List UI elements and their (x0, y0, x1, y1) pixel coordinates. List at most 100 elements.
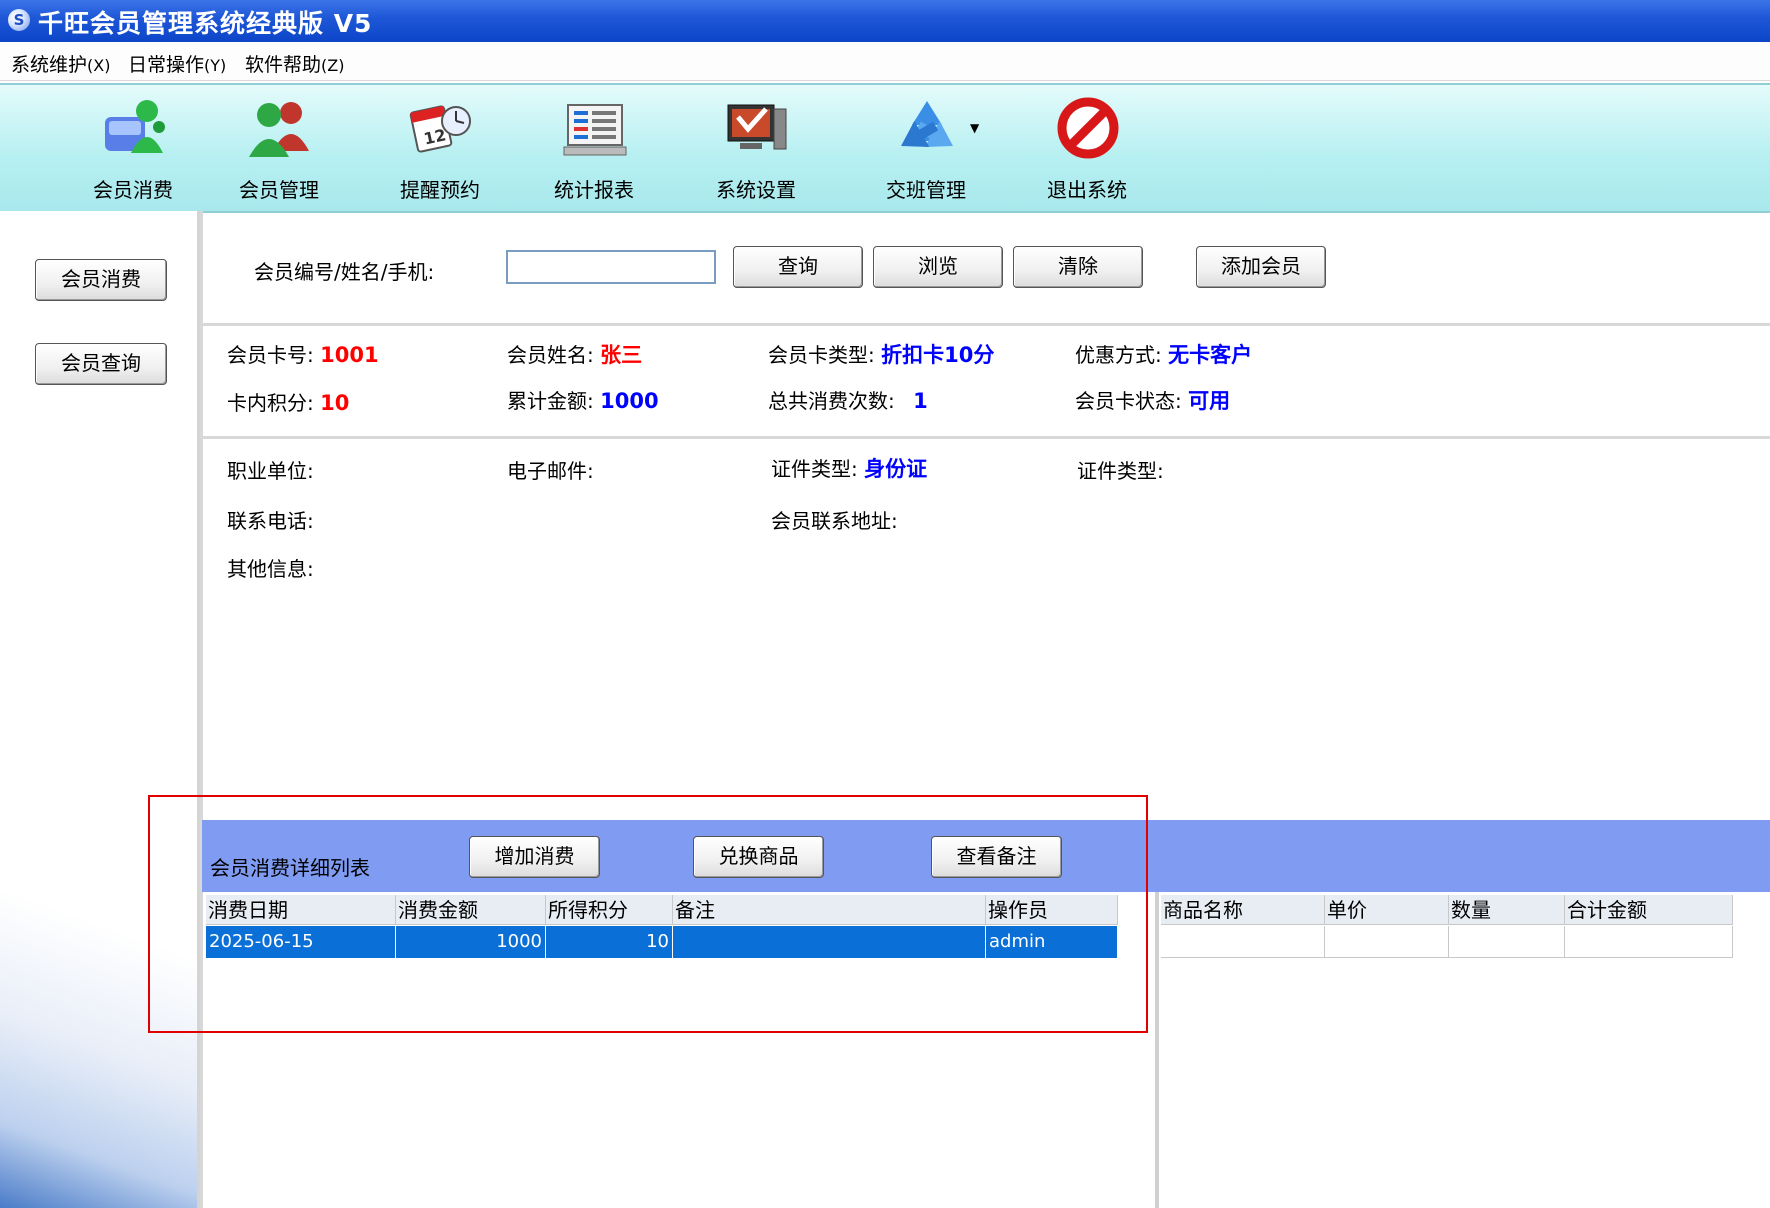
menu-label: 软件帮助 (245, 54, 322, 76)
app-icon: S (8, 9, 30, 31)
sidebar-consume-button[interactable]: 会员消费 (35, 259, 167, 301)
email-label: 电子邮件: (507, 459, 594, 483)
toolbar-label: 会员管理 (239, 178, 319, 202)
points-label: 卡内积分: (227, 391, 314, 415)
id-type-value: 身份证 (864, 457, 928, 481)
detail-title: 会员消费详细列表 (210, 856, 370, 880)
toolbar-exit[interactable]: 退出系统 (1017, 85, 1157, 205)
card-no-field: 会员卡号: 1001 (227, 339, 379, 368)
toolbar-label: 系统设置 (716, 178, 796, 202)
toolbar-reminder[interactable]: 12 提醒预约 (370, 85, 510, 205)
address-label: 会员联系地址: (771, 509, 898, 533)
browse-button[interactable]: 浏览 (873, 246, 1003, 288)
toolbar-report[interactable]: 统计报表 (524, 85, 664, 205)
toolbar-member-manage[interactable]: 会员管理 (209, 85, 349, 205)
toolbar-label: 退出系统 (1047, 178, 1127, 202)
sidebar-query-button[interactable]: 会员查询 (35, 343, 167, 385)
goods-cell (1161, 926, 1325, 958)
col-subtotal[interactable]: 合计金额 (1565, 895, 1733, 925)
consume-count-field: 总共消费次数: 1 (768, 385, 928, 414)
menu-shortcut: (X) (87, 56, 111, 75)
search-input[interactable] (506, 250, 716, 284)
member-name-field: 会员姓名: 张三 (507, 339, 642, 369)
toolbar-label: 交班管理 (886, 178, 966, 202)
col-quantity[interactable]: 数量 (1449, 895, 1565, 925)
cell-note (673, 926, 986, 958)
menu-shortcut: (Z) (321, 56, 345, 75)
total-amount-field: 累计金额: 1000 (507, 385, 659, 414)
id-type2-label: 证件类型: (1077, 459, 1164, 483)
card-status-label: 会员卡状态: (1075, 389, 1182, 413)
view-note-button[interactable]: 查看备注 (931, 836, 1062, 878)
panel-divider (200, 211, 203, 1208)
window-title: 千旺会员管理系统经典版 V5 (38, 9, 373, 38)
dropdown-arrow-icon[interactable]: ▼ (970, 121, 979, 135)
consume-count-label: 总共消费次数: (768, 389, 895, 413)
section-divider (202, 436, 1770, 439)
menu-shortcut: (Y) (204, 56, 227, 75)
total-amount-label: 累计金额: (507, 389, 594, 413)
add-consume-button[interactable]: 增加消费 (469, 836, 600, 878)
toolbar: 会员消费 会员管理 12 提醒预约 统计报表 系统设置 ▼ 交班管理 退出系统 (0, 83, 1770, 213)
id-type-field: 证件类型: 身份证 (771, 453, 927, 483)
toolbar-member-consume[interactable]: 会员消费 (63, 85, 203, 205)
goods-cell (1325, 926, 1449, 958)
query-button[interactable]: 查询 (733, 246, 863, 288)
points-value: 10 (320, 391, 350, 415)
search-label: 会员编号/姓名/手机: (254, 260, 435, 284)
cell-amount: 1000 (396, 926, 546, 958)
toolbar-label: 提醒预约 (400, 178, 480, 202)
phone-label: 联系电话: (227, 509, 314, 533)
reminder-calendar-icon: 12 (409, 105, 471, 153)
discount-value: 无卡客户 (1168, 343, 1253, 367)
points-field: 卡内积分: 10 (227, 387, 349, 416)
report-icon (563, 104, 627, 156)
col-amount[interactable]: 消费金额 (396, 895, 546, 925)
card-type-label: 会员卡类型: (768, 343, 875, 367)
id-type-label: 证件类型: (771, 457, 858, 481)
toolbar-label: 会员消费 (93, 178, 173, 202)
member-name-value: 张三 (600, 343, 643, 367)
add-member-button[interactable]: 添加会员 (1196, 246, 1326, 288)
menu-help[interactable]: 软件帮助(Z) (245, 50, 344, 77)
col-unit-price[interactable]: 单价 (1325, 895, 1449, 925)
member-manage-icon (249, 102, 309, 157)
card-status-field: 会员卡状态: 可用 (1075, 385, 1230, 415)
menu-daily-operation[interactable]: 日常操作(Y) (128, 50, 226, 77)
card-type-field: 会员卡类型: 折扣卡10分 (768, 339, 994, 369)
toolbar-settings[interactable]: 系统设置 (686, 85, 826, 205)
cell-date: 2025-06-15 12:30:53 (206, 926, 396, 984)
col-goods-name[interactable]: 商品名称 (1161, 895, 1325, 925)
menu-label: 日常操作 (128, 54, 205, 76)
col-points[interactable]: 所得积分 (546, 895, 673, 925)
other-info-label: 其他信息: (227, 557, 314, 581)
discount-label: 优惠方式: (1075, 343, 1162, 367)
col-date[interactable]: 消费日期 (206, 895, 396, 925)
toolbar-shift-manage[interactable]: ▼ 交班管理 (856, 85, 996, 205)
title-bar: S 千旺会员管理系统经典版 V5 (0, 0, 1770, 42)
left-panel: 会员消费 会员查询 (0, 211, 200, 1208)
discount-field: 优惠方式: 无卡客户 (1075, 339, 1252, 369)
exit-no-icon (1057, 97, 1119, 159)
exchange-goods-button[interactable]: 兑换商品 (693, 836, 824, 878)
card-type-value: 折扣卡10分 (881, 343, 995, 367)
recycle-icon (901, 101, 953, 147)
menu-system-maintenance[interactable]: 系统维护(X) (11, 50, 110, 77)
grid-splitter[interactable] (1155, 892, 1159, 1208)
card-no-value: 1001 (320, 343, 379, 367)
goods-cell (1449, 926, 1565, 958)
cell-points: 10 (546, 926, 673, 958)
total-amount-value: 1000 (600, 389, 659, 413)
col-note[interactable]: 备注 (673, 895, 986, 925)
goods-cell (1565, 926, 1733, 958)
member-consume-icon (105, 100, 165, 153)
menu-bar: 系统维护(X) 日常操作(Y) 软件帮助(Z) (0, 42, 1770, 81)
consume-count-value: 1 (913, 389, 928, 413)
member-name-label: 会员姓名: (507, 343, 594, 367)
card-status-value: 可用 (1188, 389, 1231, 413)
col-operator[interactable]: 操作员 (986, 895, 1118, 925)
card-no-label: 会员卡号: (227, 343, 314, 367)
clear-button[interactable]: 清除 (1013, 246, 1143, 288)
menu-label: 系统维护 (11, 54, 88, 76)
cell-operator: admin (986, 926, 1118, 958)
